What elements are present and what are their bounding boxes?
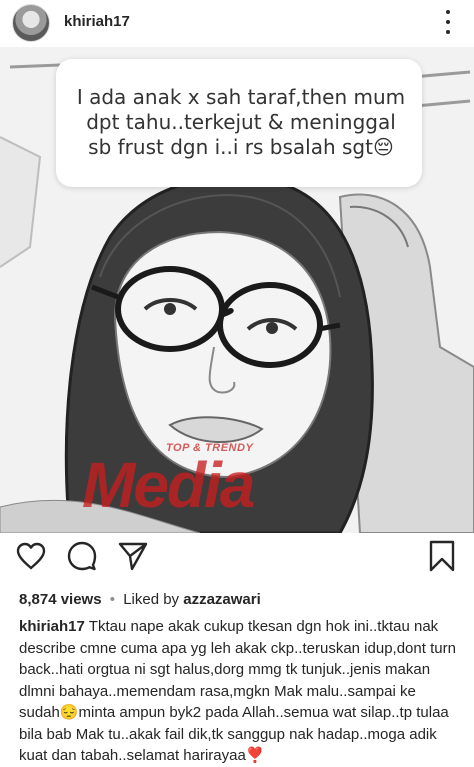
question-text: I ada anak x sah taraf,then mum dpt tahu… [76, 85, 406, 159]
comment-icon[interactable] [66, 540, 98, 572]
send-icon[interactable] [117, 540, 149, 572]
liked-by-prefix: Liked by [123, 591, 180, 608]
caption: khiriah17 Tktau nape akak cukup tkesan d… [19, 616, 459, 767]
watermark-big-text: Media [82, 449, 255, 521]
view-count[interactable]: 8,874 views [19, 591, 102, 608]
action-bar [0, 540, 474, 582]
more-dots-icon[interactable] [436, 7, 460, 37]
view-count-row: 8,874 views • Liked by azzazawari [19, 591, 261, 608]
avatar[interactable] [12, 4, 50, 42]
caption-text: Tktau nape akak cukup tkesan dgn hok ini… [19, 618, 456, 764]
post-header: khiriah17 [0, 0, 474, 46]
heart-exclamation-icon: ❣️ [245, 747, 265, 764]
post-photo[interactable]: I ada anak x sah taraf,then mum dpt tahu… [0, 47, 474, 533]
bookmark-icon[interactable] [426, 540, 458, 572]
liked-by-user[interactable]: azzazawari [183, 591, 261, 608]
caption-username[interactable]: khiriah17 [19, 618, 85, 635]
separator-dot: • [109, 591, 116, 608]
watermark-logo: TOP & TRENDY Media [82, 442, 402, 521]
question-sticker: I ada anak x sah taraf,then mum dpt tahu… [56, 59, 422, 187]
heart-icon[interactable] [15, 540, 47, 572]
username-link[interactable]: khiriah17 [64, 13, 130, 30]
